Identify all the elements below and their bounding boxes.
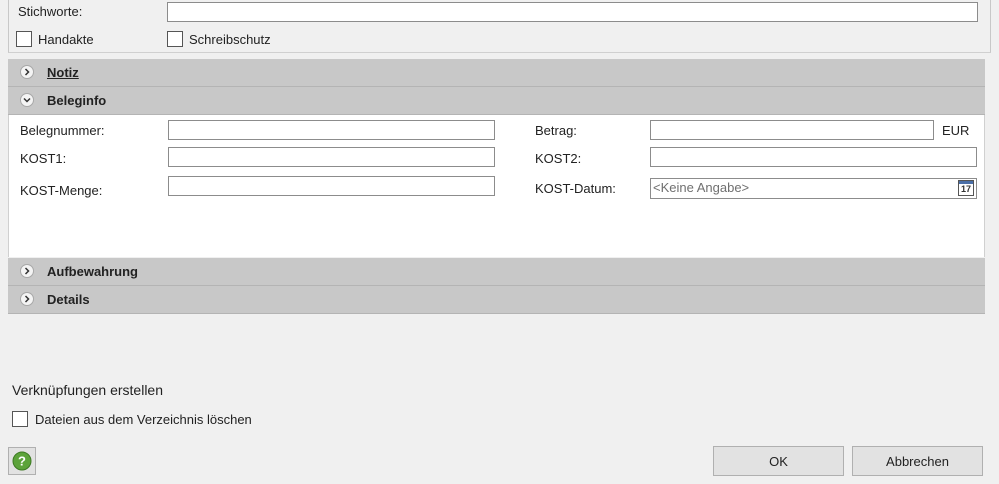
stichworte-label: Stichworte: — [18, 4, 83, 19]
chevron-right-icon — [20, 65, 34, 79]
delete-files-label: Dateien aus dem Verzeichnis löschen — [35, 412, 252, 427]
kost1-label: KOST1: — [20, 151, 67, 166]
section-beleginfo-header[interactable]: Beleginfo — [8, 87, 985, 115]
betrag-input[interactable] — [650, 120, 934, 140]
section-details-title: Details — [47, 292, 90, 307]
handakte-checkbox[interactable] — [16, 31, 32, 47]
kost-datum-value: <Keine Angabe> — [653, 180, 750, 195]
calendar-icon[interactable]: 17 — [958, 180, 974, 196]
kost-menge-input[interactable] — [168, 176, 495, 196]
section-notiz-header[interactable]: Notiz — [8, 59, 985, 87]
betrag-label: Betrag: — [535, 123, 577, 138]
chevron-down-icon — [20, 93, 34, 107]
kost1-input[interactable] — [168, 147, 495, 167]
currency-label: EUR — [942, 123, 970, 138]
kost-datum-input[interactable]: <Keine Angabe> 17 — [650, 178, 977, 199]
chevron-right-icon — [20, 264, 34, 278]
links-heading: Verknüpfungen erstellen — [12, 382, 163, 398]
section-notiz-title: Notiz — [47, 65, 79, 80]
kost2-label: KOST2: — [535, 151, 582, 166]
help-button[interactable]: ? — [8, 447, 36, 475]
delete-files-checkbox[interactable] — [12, 411, 28, 427]
belegnummer-input[interactable] — [168, 120, 495, 140]
kost2-input[interactable] — [650, 147, 977, 167]
kost-menge-label: KOST-Menge: — [20, 183, 103, 198]
section-aufbewahrung-title: Aufbewahrung — [47, 264, 138, 279]
calendar-day-label: 17 — [960, 184, 971, 194]
chevron-right-icon — [20, 292, 34, 306]
ok-button[interactable]: OK — [713, 446, 844, 476]
stichworte-input[interactable] — [167, 2, 978, 22]
cancel-button[interactable]: Abbrechen — [852, 446, 983, 476]
kost-datum-label: KOST-Datum: — [535, 181, 616, 196]
schreibschutz-checkbox[interactable] — [167, 31, 183, 47]
belegnummer-label: Belegnummer: — [20, 123, 105, 138]
handakte-label: Handakte — [38, 32, 94, 47]
svg-text:?: ? — [18, 454, 26, 469]
section-details-header[interactable]: Details — [8, 286, 985, 314]
section-beleginfo-title: Beleginfo — [47, 93, 107, 108]
schreibschutz-label: Schreibschutz — [189, 32, 271, 47]
help-icon: ? — [12, 451, 32, 471]
section-aufbewahrung-header[interactable]: Aufbewahrung — [8, 258, 985, 286]
